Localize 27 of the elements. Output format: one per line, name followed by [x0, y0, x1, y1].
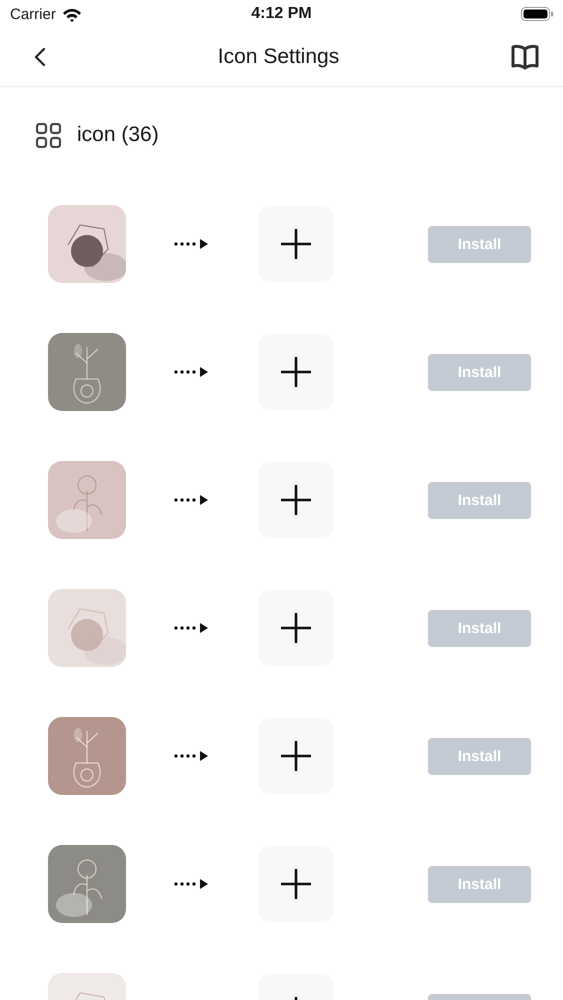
dotted-arrow-icon [174, 367, 208, 377]
battery-icon [521, 7, 553, 21]
dotted-arrow-icon [174, 239, 208, 249]
book-icon [511, 44, 539, 70]
add-icon-button[interactable] [258, 462, 334, 538]
carrier-label: Carrier [10, 6, 56, 22]
plus-icon [281, 485, 311, 515]
status-time: 4:12 PM [251, 5, 312, 23]
add-icon-button[interactable] [258, 334, 334, 410]
grid-icon [36, 122, 61, 148]
plus-icon [281, 357, 311, 387]
dotted-arrow-icon [174, 879, 208, 889]
plus-icon [281, 229, 311, 259]
plus-icon [281, 869, 311, 899]
add-icon-button[interactable] [258, 590, 334, 666]
plus-icon [281, 613, 311, 643]
dotted-arrow-icon [174, 623, 208, 633]
dotted-arrow-icon [174, 495, 208, 505]
back-chevron-icon [34, 47, 46, 67]
wifi-icon [62, 6, 82, 22]
add-icon-button[interactable] [258, 846, 334, 922]
screen-title: Icon Settings [218, 45, 340, 69]
section-title: icon (36) [77, 123, 159, 147]
dotted-arrow-icon [174, 751, 208, 761]
plus-icon [281, 741, 311, 771]
add-icon-button[interactable] [258, 718, 334, 794]
add-icon-button[interactable] [258, 206, 334, 282]
